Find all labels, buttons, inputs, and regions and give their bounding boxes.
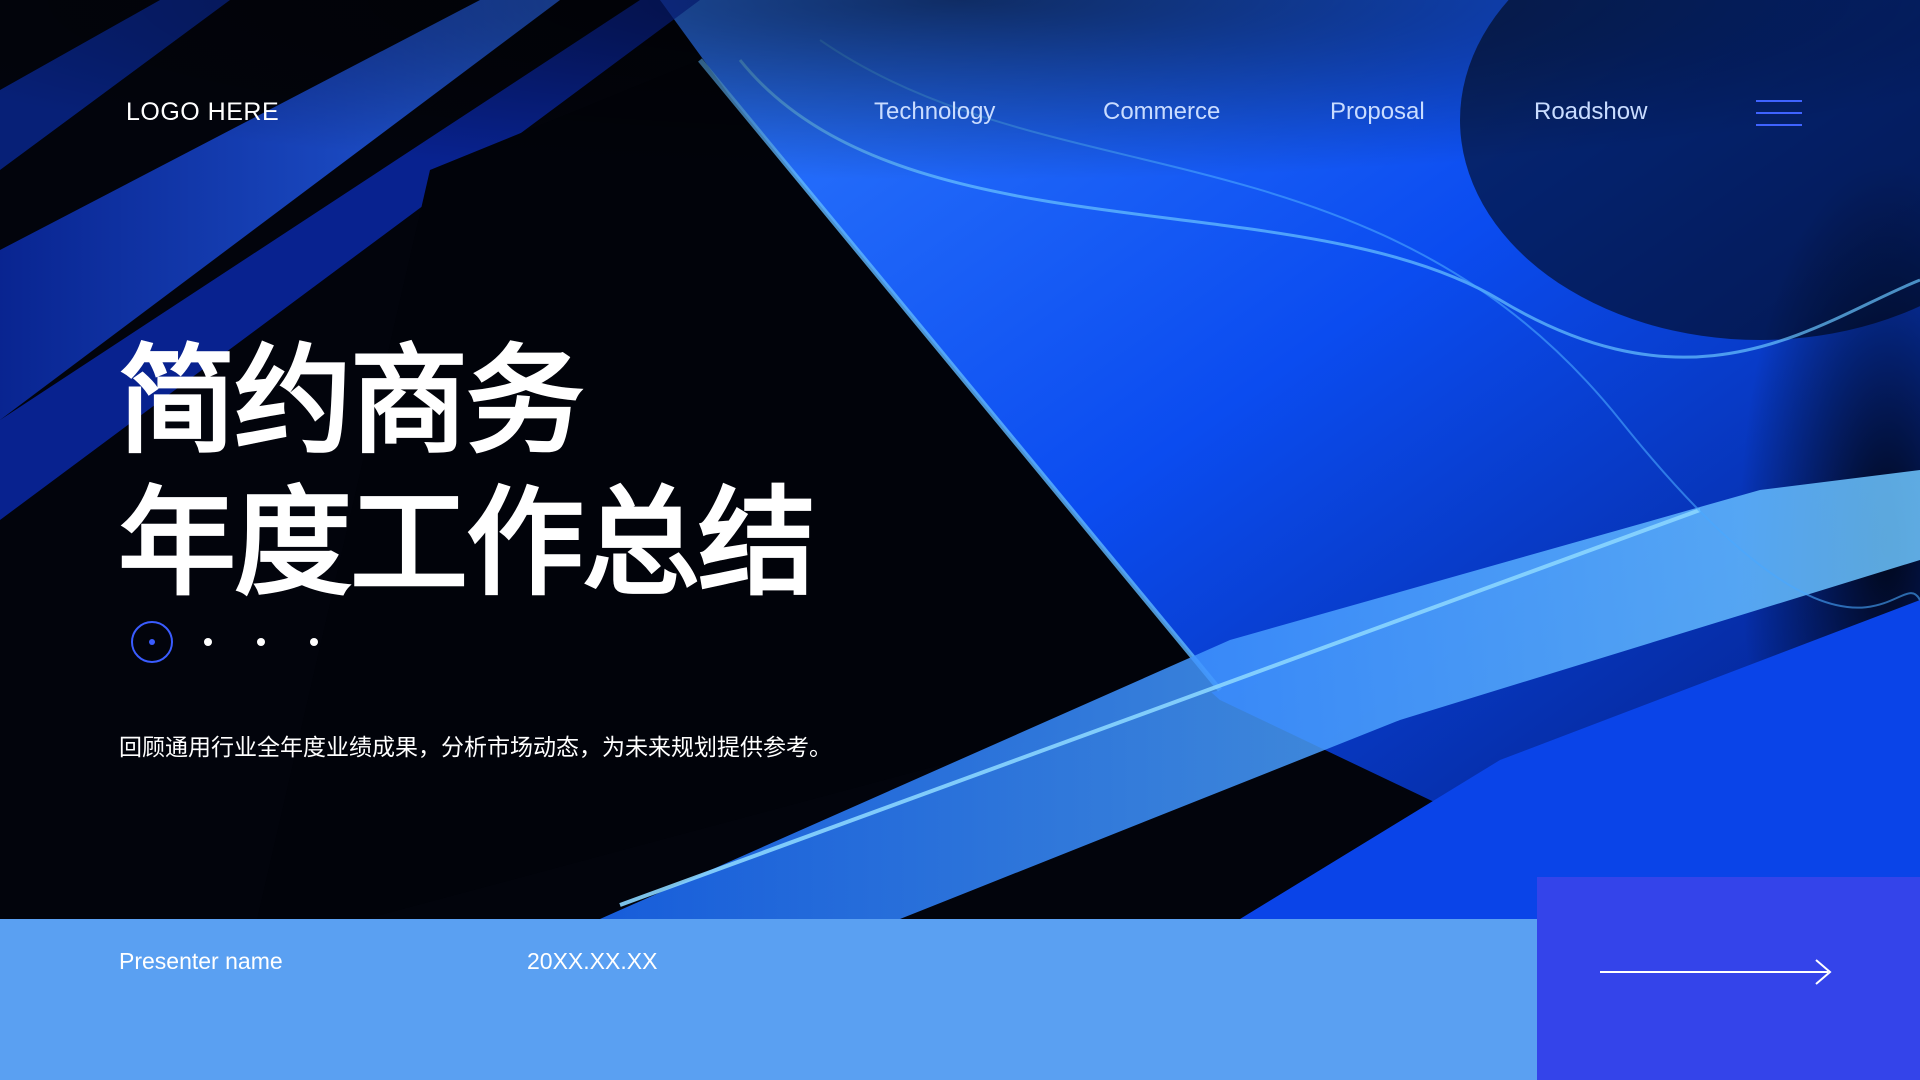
- indicator-dot: [310, 638, 318, 646]
- nav-item-commerce[interactable]: Commerce: [1103, 98, 1220, 126]
- hamburger-menu-icon[interactable]: [1756, 100, 1802, 126]
- logo-text[interactable]: LOGO HERE: [126, 98, 279, 127]
- footer-bar: [0, 919, 1537, 1080]
- title-line-1: 简约商务: [118, 332, 584, 470]
- indicator-dot: [257, 638, 265, 646]
- next-button[interactable]: [1537, 877, 1920, 1080]
- page-title: 简约商务 年度工作总结: [118, 330, 816, 614]
- slide: LOGO HERE Technology Commerce Proposal R…: [0, 0, 1920, 1080]
- slide-indicator: [131, 621, 318, 663]
- presenter-name: Presenter name: [119, 948, 283, 974]
- title-line-2: 年度工作总结: [118, 474, 816, 612]
- nav-item-proposal[interactable]: Proposal: [1330, 98, 1425, 126]
- arrow-right-icon: [1600, 959, 1832, 985]
- presentation-date: 20XX.XX.XX: [527, 948, 658, 974]
- indicator-dot: [204, 638, 212, 646]
- subtitle-text: 回顾通用行业全年度业绩成果，分析市场动态，为未来规划提供参考。: [119, 735, 832, 761]
- nav-item-technology[interactable]: Technology: [874, 98, 995, 126]
- nav-item-roadshow[interactable]: Roadshow: [1534, 98, 1647, 126]
